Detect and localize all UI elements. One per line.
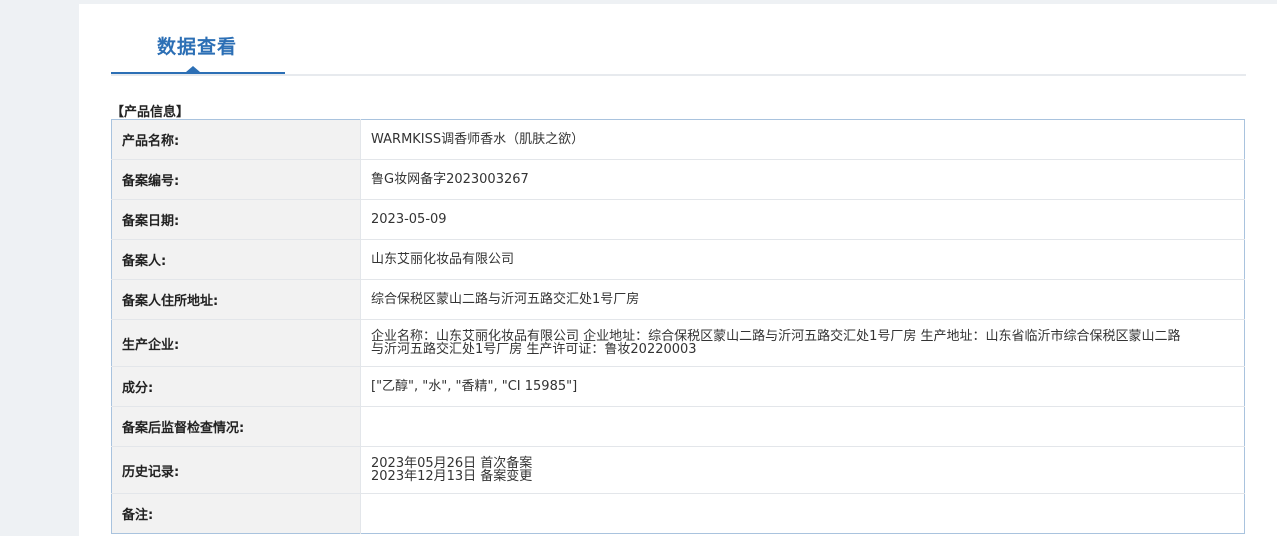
row-label: 备案日期: — [111, 199, 361, 240]
row-label: 备案后监督检查情况: — [111, 406, 361, 447]
history-entry: 2023年12月13日 备案变更 — [371, 469, 533, 484]
table-row: 备案人: 山东艾丽化妆品有限公司 — [111, 239, 1245, 280]
row-label: 备注: — [111, 493, 361, 534]
row-label: 成分: — [111, 366, 361, 407]
row-label: 备案编号: — [111, 159, 361, 200]
table-row: 历史记录: 2023年05月26日 首次备案 2023年12月13日 备案变更 — [111, 446, 1245, 494]
row-value: 企业名称：山东艾丽化妆品有限公司 企业地址：综合保税区蒙山二路与沂河五路交汇处1… — [360, 319, 1245, 367]
row-value — [361, 494, 1245, 534]
table-row: 成分: ["乙醇", "水", "香精", "CI 15985"] — [111, 366, 1245, 407]
row-value: 2023年05月26日 首次备案 2023年12月13日 备案变更 — [360, 446, 1245, 494]
tab-bar: 数据查看 — [111, 4, 1246, 76]
active-tab-caret-icon — [186, 66, 200, 72]
row-value — [360, 406, 1245, 447]
table-row: 生产企业: 企业名称：山东艾丽化妆品有限公司 企业地址：综合保税区蒙山二路与沂河… — [111, 319, 1245, 367]
content-panel: 数据查看 【产品信息】 产品名称: WARMKISS调香师香水（肌肤之欲） 备案… — [79, 4, 1277, 536]
row-value: 山东艾丽化妆品有限公司 — [360, 239, 1245, 280]
table-row: 备案后监督检查情况: — [111, 406, 1245, 447]
table-row: 备案日期: 2023-05-09 — [111, 199, 1245, 240]
table-row: 备案编号: 鲁G妆网备字2023003267 — [111, 159, 1245, 200]
row-label: 备案人住所地址: — [111, 279, 361, 320]
table-row: 备案人住所地址: 综合保税区蒙山二路与沂河五路交汇处1号厂房 — [111, 279, 1245, 320]
section-title: 【产品信息】 — [111, 105, 190, 120]
product-info-table: 产品名称: WARMKISS调香师香水（肌肤之欲） 备案编号: 鲁G妆网备字20… — [111, 119, 1245, 534]
tab-data-view-label: 数据查看 — [157, 36, 238, 58]
row-label: 备案人: — [111, 239, 361, 280]
row-label: 生产企业: — [111, 319, 361, 367]
table-row: 产品名称: WARMKISS调香师香水（肌肤之欲） — [111, 119, 1245, 160]
row-value: 鲁G妆网备字2023003267 — [360, 159, 1245, 200]
row-value: 2023-05-09 — [360, 199, 1245, 240]
row-label: 产品名称: — [111, 119, 361, 160]
row-value: WARMKISS调香师香水（肌肤之欲） — [360, 119, 1245, 160]
row-value: 综合保税区蒙山二路与沂河五路交汇处1号厂房 — [360, 279, 1245, 320]
table-row: 备注: — [111, 493, 1245, 534]
row-value: ["乙醇", "水", "香精", "CI 15985"] — [360, 366, 1245, 407]
row-label: 历史记录: — [111, 446, 361, 494]
tab-data-view[interactable]: 数据查看 — [111, 4, 285, 74]
